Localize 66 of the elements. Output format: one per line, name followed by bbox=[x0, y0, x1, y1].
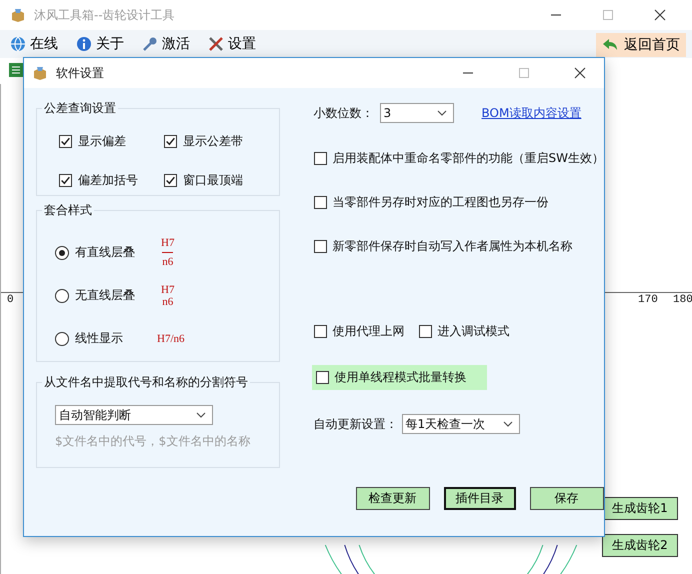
radio-option[interactable]: 线性显示 bbox=[55, 330, 157, 347]
checkbox[interactable] bbox=[314, 324, 327, 338]
fit-sample: H7/n6 bbox=[157, 332, 184, 344]
update-dropdown[interactable]: 每1天检查一次 bbox=[402, 414, 520, 434]
decimal-dropdown[interactable]: 3 bbox=[380, 103, 454, 123]
group-title: 从文件名中提取代号和名称的分割符号 bbox=[43, 374, 249, 391]
update-label: 自动更新设置： bbox=[314, 416, 398, 432]
toolbar-button[interactable]: 在线 bbox=[10, 35, 58, 53]
checkbox[interactable] bbox=[164, 135, 177, 148]
checkbox-option[interactable]: 使用单线程模式批量转换 bbox=[312, 364, 487, 390]
radio-button[interactable] bbox=[55, 246, 69, 260]
dialog-button[interactable]: 保存 bbox=[530, 487, 604, 510]
checkbox-option[interactable]: 窗口最顶端 bbox=[164, 172, 271, 189]
decimal-label: 小数位数： bbox=[314, 104, 374, 122]
chevron-icon bbox=[502, 421, 513, 427]
key-icon bbox=[142, 36, 158, 52]
toolbar-button[interactable]: 设置 bbox=[208, 35, 256, 53]
dialog-button[interactable]: 检查更新 bbox=[356, 487, 430, 510]
group-title: 套合样式 bbox=[43, 202, 93, 219]
checkbox-option[interactable]: 进入调试模式 bbox=[418, 322, 510, 340]
radio-option[interactable]: 有直线层叠 bbox=[55, 244, 157, 261]
close-icon[interactable] bbox=[574, 67, 586, 79]
checkbox-option[interactable]: 显示公差带 bbox=[164, 133, 271, 150]
toolbar-button[interactable]: 关于 bbox=[76, 35, 124, 53]
close-icon[interactable] bbox=[654, 9, 666, 21]
generate-gear-button[interactable]: 生成齿轮2 bbox=[602, 534, 678, 557]
separator-dropdown[interactable]: 自动智能判断 bbox=[55, 405, 213, 425]
checkbox-option[interactable]: 显示偏差 bbox=[59, 133, 164, 150]
checkbox-option[interactable]: 偏差加括号 bbox=[59, 172, 164, 189]
sheet-icon[interactable] bbox=[8, 62, 24, 78]
fit-sample: H7 n6 bbox=[161, 237, 174, 268]
chevron-icon bbox=[196, 412, 206, 418]
tools-icon bbox=[208, 36, 224, 52]
radio-button[interactable] bbox=[55, 332, 69, 346]
toolbar-button[interactable]: 激活 bbox=[142, 35, 190, 53]
dialog-button[interactable]: 插件目录 bbox=[444, 487, 516, 510]
bom-settings-link[interactable]: BOM读取内容设置 bbox=[482, 104, 582, 122]
info-icon bbox=[76, 36, 92, 52]
hint-text: $文件名中的代号，$文件名中的名称 bbox=[55, 433, 252, 450]
checkbox-option[interactable]: 使用代理上网 bbox=[314, 322, 405, 340]
chevron-icon bbox=[436, 110, 447, 116]
radio-option[interactable]: 无直线层叠 bbox=[55, 287, 157, 304]
axis-tick-label: 170 bbox=[638, 294, 658, 306]
axis-tick-label: 0 bbox=[7, 294, 14, 306]
checkbox-option[interactable]: 启用装配体中重命名零部件的功能（重启SW生效） bbox=[314, 150, 604, 166]
checkbox-option[interactable]: 新零部件保存时自动写入作者属性为本机名称 bbox=[314, 238, 573, 254]
generate-gear-button[interactable]: 生成齿轮1 bbox=[602, 497, 678, 520]
checkbox[interactable] bbox=[314, 152, 327, 164]
checkbox[interactable] bbox=[164, 174, 177, 187]
globe-icon bbox=[10, 36, 26, 52]
app-icon bbox=[10, 7, 26, 23]
checkbox[interactable] bbox=[59, 174, 72, 187]
box-icon bbox=[32, 65, 48, 81]
checkbox-option[interactable]: 当零部件另存时对应的工程图也另存一份 bbox=[314, 194, 549, 210]
checkbox[interactable] bbox=[418, 324, 432, 338]
dialog-title: 软件设置 bbox=[56, 64, 104, 82]
radio-button[interactable] bbox=[55, 288, 69, 302]
checkbox[interactable] bbox=[314, 196, 327, 208]
checkbox[interactable] bbox=[316, 370, 329, 384]
group-title: 公差查询设置 bbox=[43, 100, 117, 117]
fit-sample: H7 n6 bbox=[161, 284, 174, 308]
window-title: 沐风工具箱--齿轮设计工具 bbox=[34, 6, 175, 24]
back-button[interactable]: 返回首页 bbox=[596, 33, 686, 57]
axis-tick-label: 180 bbox=[673, 294, 692, 306]
checkbox[interactable] bbox=[314, 240, 327, 252]
checkbox[interactable] bbox=[59, 135, 72, 148]
